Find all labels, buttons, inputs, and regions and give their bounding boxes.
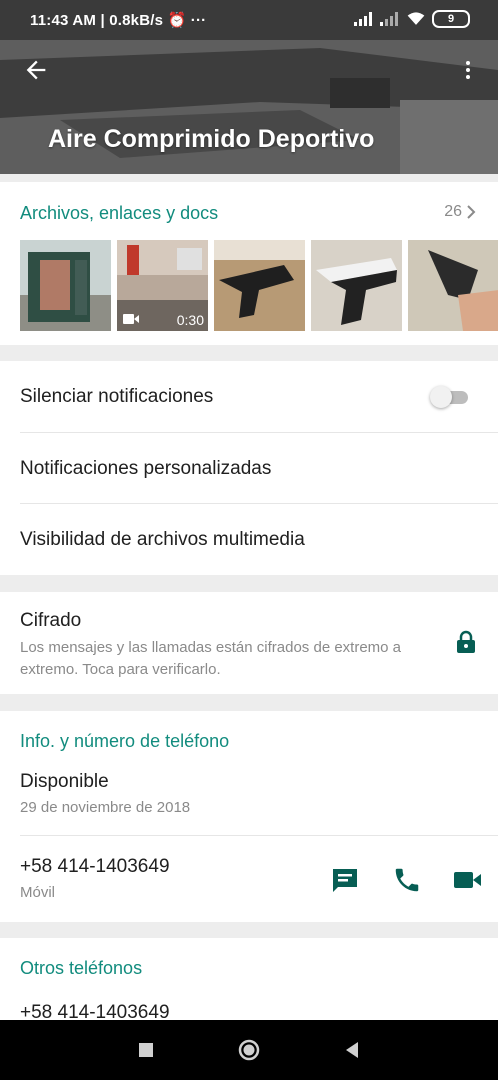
about-date: 29 de noviembre de 2018 [20,799,191,816]
mute-notifications-toggle[interactable] [430,386,468,408]
back-nav-icon[interactable] [340,1038,364,1062]
phone-number[interactable]: +58 414-1403649 [20,856,170,878]
notification-settings: Silenciar notificaciones Notificaciones … [0,361,498,575]
home-icon[interactable] [237,1038,261,1062]
encryption-section[interactable]: Cifrado Los mensajes y las llamadas está… [0,592,498,694]
phone-call-icon[interactable] [392,865,422,895]
shop-image [20,240,111,331]
media-thumbnail-video[interactable]: 0:30 [117,240,208,331]
encryption-title: Cifrado [20,610,82,631]
pistol-image [214,240,305,331]
back-arrow-icon[interactable] [22,56,50,84]
mute-notifications-label[interactable]: Silenciar notificaciones [20,386,498,408]
video-camera-icon [123,314,139,324]
wifi-icon [407,12,425,25]
navigation-bar [0,1020,498,1080]
encryption-description: Los mensajes y las llamadas están cifrad… [20,639,402,678]
media-visibility-item[interactable]: Visibilidad de archivos multimedia [20,529,498,551]
media-thumbnail[interactable] [311,240,402,331]
pistol-silver-image [311,240,402,331]
media-thumbnail[interactable] [20,240,111,331]
signal-icon [354,12,372,26]
other-phones-heading: Otros teléfonos [20,958,143,978]
pistol-hand-image [408,240,498,331]
status-icons: 9 [354,10,470,28]
toggle-knob [430,386,452,408]
battery-icon: 9 [432,10,470,28]
phone-type: Móvil [20,884,56,901]
recent-apps-icon[interactable] [134,1038,158,1062]
video-call-icon[interactable] [452,865,482,895]
info-section: Info. y número de teléfono Disponible 29… [0,711,498,922]
divider [20,432,498,433]
media-section: Archivos, enlaces y docs 26 0:30 [0,182,498,345]
chevron-right-icon [467,205,476,219]
signal-2-icon [380,12,398,26]
lock-icon [457,630,475,653]
media-thumbnails: 0:30 [20,240,498,331]
divider [20,835,498,836]
message-icon[interactable] [330,865,360,895]
about-status[interactable]: Disponible [20,771,109,793]
video-duration: 0:30 [176,312,204,328]
more-notifications-icon: ··· [190,12,207,29]
divider [20,503,498,504]
more-options-icon[interactable] [456,56,480,84]
media-thumbnail[interactable] [408,240,498,331]
media-count-value: 26 [444,203,462,220]
media-section-title[interactable]: Archivos, enlaces y docs [20,203,218,224]
status-time-text: 11:43 AM | 0.8kB/s [30,12,164,29]
info-heading: Info. y número de teléfono [20,731,230,751]
status-bar: 11:43 AM | 0.8kB/s ⏰ ··· 9 [0,0,498,40]
custom-notifications-item[interactable]: Notificaciones personalizadas [20,458,498,480]
alarm-icon: ⏰ [167,12,191,29]
status-time: 11:43 AM | 0.8kB/s ⏰ ··· [30,11,206,29]
media-count[interactable]: 26 [444,203,476,221]
media-thumbnail[interactable] [214,240,305,331]
contact-name-title: Aire Comprimido Deportivo [48,125,375,153]
